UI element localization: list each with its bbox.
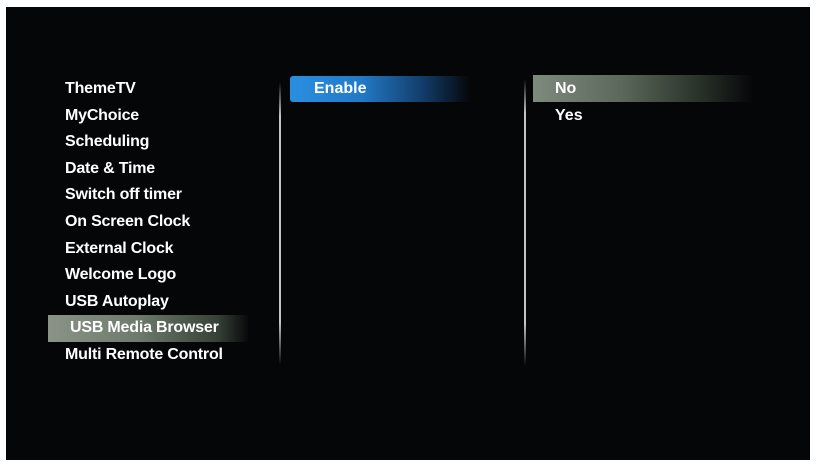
menu-item-label: Welcome Logo: [65, 266, 177, 284]
menu-item-label: Date & Time: [65, 159, 155, 177]
option-label: No: [555, 80, 577, 97]
menu-item-mychoice[interactable]: MyChoice: [48, 103, 248, 130]
option-label: Yes: [555, 107, 583, 124]
menu-item-on-screen-clock[interactable]: On Screen Clock: [48, 209, 248, 236]
menu-item-scheduling[interactable]: Scheduling: [48, 129, 248, 156]
menu-item-label: External Clock: [65, 239, 174, 257]
options-menu: No Yes: [533, 75, 753, 129]
sub-menu: Enable: [290, 76, 470, 102]
menu-item-label: MyChoice: [65, 106, 139, 124]
menu-item-usb-media-browser[interactable]: USB Media Browser: [48, 315, 248, 342]
option-yes[interactable]: Yes: [533, 102, 753, 129]
column-divider: [524, 79, 526, 366]
column-divider: [279, 82, 281, 365]
menu-item-date-time[interactable]: Date & Time: [48, 156, 248, 183]
menu-item-multi-remote-control[interactable]: Multi Remote Control: [48, 342, 248, 369]
tv-screen: ThemeTV MyChoice Scheduling Date & Time …: [6, 7, 810, 460]
menu-item-label: On Screen Clock: [65, 212, 191, 230]
submenu-item-label: Enable: [314, 80, 367, 97]
menu-item-label: Switch off timer: [65, 186, 182, 204]
menu-item-external-clock[interactable]: External Clock: [48, 236, 248, 263]
menu-item-themetv[interactable]: ThemeTV: [48, 76, 248, 103]
menu-item-usb-autoplay[interactable]: USB Autoplay: [48, 289, 248, 316]
submenu-item-enable[interactable]: Enable: [290, 76, 470, 102]
settings-menu: ThemeTV MyChoice Scheduling Date & Time …: [48, 76, 248, 369]
menu-item-label: USB Autoplay: [65, 292, 169, 310]
menu-item-switch-off-timer[interactable]: Switch off timer: [48, 182, 248, 209]
menu-item-label: USB Media Browser: [70, 319, 219, 337]
menu-item-label: Multi Remote Control: [65, 345, 223, 363]
option-no[interactable]: No: [533, 75, 753, 102]
menu-item-welcome-logo[interactable]: Welcome Logo: [48, 262, 248, 289]
menu-item-label: ThemeTV: [65, 80, 136, 97]
menu-item-label: Scheduling: [65, 133, 150, 151]
